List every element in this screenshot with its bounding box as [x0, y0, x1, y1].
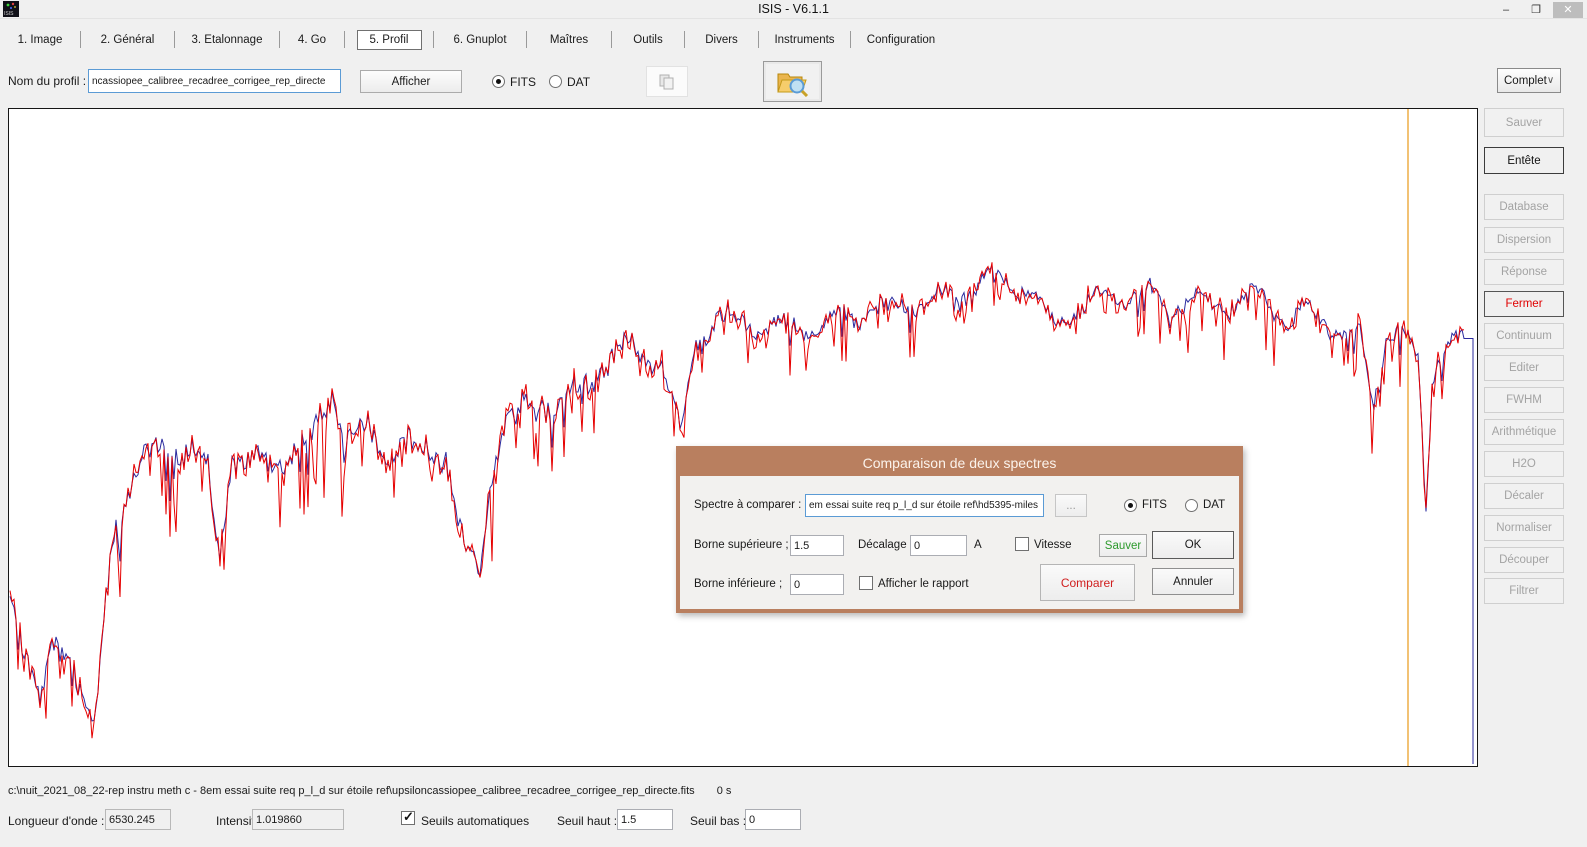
browse-button[interactable]: ...: [1055, 494, 1087, 517]
decalage-input[interactable]: 0: [910, 535, 967, 556]
sidebar-arithmetique-button[interactable]: Arithmétique: [1484, 419, 1564, 445]
profile-name-label: Nom du profil :: [8, 74, 86, 88]
sidebar-h2o-button[interactable]: H2O: [1484, 451, 1564, 477]
borne-sup-label: Borne supérieure ;: [694, 539, 789, 551]
borne-sup-input[interactable]: 1.5: [790, 535, 844, 556]
comparison-dialog: Comparaison de deux spectres Spectre à c…: [676, 446, 1243, 613]
dialog-fits-label: FITS: [1142, 499, 1167, 511]
isis-window: ISIS ISIS - V6.1.1 – ❐ ✕ 1. Image 2. Gén…: [0, 0, 1587, 847]
title-bar: ISIS ISIS - V6.1.1 – ❐ ✕: [0, 0, 1587, 19]
open-profile-button[interactable]: [763, 61, 822, 102]
sidebar-sauver-button[interactable]: Sauver: [1484, 108, 1564, 137]
copy-profile-button[interactable]: [646, 66, 688, 97]
chevron-down-icon: ∨: [1547, 75, 1560, 86]
spectre-compare-label: Spectre à comparer :: [694, 499, 801, 511]
dat-radio[interactable]: [549, 75, 562, 88]
dialog-title[interactable]: Comparaison de deux spectres: [680, 450, 1239, 476]
combo-value: Complet: [1498, 75, 1547, 87]
tab-etalonnage[interactable]: 3. Etalonnage: [175, 27, 279, 52]
vitesse-checkbox[interactable]: [1015, 537, 1029, 551]
tab-configuration[interactable]: Configuration: [851, 27, 951, 52]
seuils-auto-label: Seuils automatiques: [421, 814, 529, 828]
fits-radio[interactable]: [492, 75, 505, 88]
tab-go[interactable]: 4. Go: [280, 27, 344, 52]
sidebar-reponse-button[interactable]: Réponse: [1484, 259, 1564, 285]
sidebar-entete-button[interactable]: Entête: [1484, 147, 1564, 174]
comparer-button[interactable]: Comparer: [1040, 564, 1135, 601]
copy-icon: [657, 72, 677, 92]
spectrum-svg: [9, 109, 1477, 766]
tab-gnuplot[interactable]: 6. Gnuplot: [434, 27, 526, 52]
sidebar-database-button[interactable]: Database: [1484, 194, 1564, 220]
ok-button[interactable]: OK: [1152, 531, 1234, 559]
window-title: ISIS - V6.1.1: [0, 2, 1587, 16]
tab-instruments[interactable]: Instruments: [759, 27, 850, 52]
sidebar-fwhm-button[interactable]: FWHM: [1484, 387, 1564, 413]
spectrum-plot[interactable]: [8, 108, 1478, 767]
tab-outils[interactable]: Outils: [612, 27, 684, 52]
annuler-button[interactable]: Annuler: [1152, 568, 1234, 595]
seuil-bas-input[interactable]: 0: [745, 809, 801, 830]
rapport-label: Afficher le rapport: [878, 578, 969, 590]
tab-strip: 1. Image 2. Général 3. Etalonnage 4. Go …: [0, 27, 951, 52]
intensite-value: 1.019860: [252, 809, 344, 830]
display-mode-combo[interactable]: Complet ∨: [1497, 68, 1561, 93]
close-button[interactable]: ✕: [1553, 2, 1583, 18]
minimize-button[interactable]: –: [1493, 2, 1519, 18]
longueur-value: 6530.245: [105, 809, 171, 830]
tab-divers[interactable]: Divers: [685, 27, 758, 52]
tab-maitres[interactable]: Maîtres: [527, 27, 611, 52]
status-line: c:\nuit_2021_08_22-rep instru meth c - 8…: [8, 785, 731, 797]
sidebar-filtrer-button[interactable]: Filtrer: [1484, 578, 1564, 604]
tab-general[interactable]: 2. Général: [81, 27, 174, 52]
decalage-label: Décalage :: [858, 539, 913, 551]
elapsed-time: 0 s: [717, 785, 732, 797]
tab-profil[interactable]: 5. Profil: [345, 27, 433, 52]
restore-button[interactable]: ❐: [1523, 2, 1549, 18]
rapport-checkbox[interactable]: [859, 576, 873, 590]
dialog-dat-radio[interactable]: [1185, 499, 1198, 512]
folder-search-icon: [775, 67, 811, 97]
angstrom-unit-label: A: [974, 539, 982, 551]
seuil-haut-label: Seuil haut :: [557, 814, 617, 828]
seuil-haut-input[interactable]: 1.5: [617, 809, 673, 830]
seuils-auto-checkbox[interactable]: [401, 811, 415, 825]
tab-image[interactable]: 1. Image: [0, 27, 80, 52]
seuil-bas-label: Seuil bas :: [690, 814, 746, 828]
sidebar-dispersion-button[interactable]: Dispersion: [1484, 227, 1564, 253]
borne-inf-input[interactable]: 0: [790, 574, 844, 595]
sidebar-decaler-button[interactable]: Décaler: [1484, 483, 1564, 509]
profile-name-input[interactable]: ncassiopee_calibree_recadree_corrigee_re…: [88, 69, 341, 93]
sidebar-normaliser-button[interactable]: Normaliser: [1484, 515, 1564, 541]
fits-radio-label: FITS: [510, 75, 536, 89]
vitesse-label: Vitesse: [1034, 539, 1072, 551]
sidebar-editer-button[interactable]: Editer: [1484, 355, 1564, 381]
dialog-dat-label: DAT: [1203, 499, 1225, 511]
longueur-label: Longueur d'onde :: [8, 814, 104, 828]
sidebar-decouper-button[interactable]: Découper: [1484, 547, 1564, 573]
dialog-fits-radio[interactable]: [1124, 499, 1137, 512]
file-path: c:\nuit_2021_08_22-rep instru meth c - 8…: [8, 785, 695, 797]
sidebar-fermer-button[interactable]: Fermer: [1484, 291, 1564, 317]
afficher-button[interactable]: Afficher: [360, 70, 462, 93]
borne-inf-label: Borne inférieure ;: [694, 578, 782, 590]
spectre-compare-input[interactable]: em essai suite req p_l_d sur étoile ref\…: [805, 494, 1044, 517]
sidebar-continuum-button[interactable]: Continuum: [1484, 323, 1564, 349]
dat-radio-label: DAT: [567, 75, 590, 89]
dialog-sauver-button[interactable]: Sauver: [1099, 534, 1147, 557]
